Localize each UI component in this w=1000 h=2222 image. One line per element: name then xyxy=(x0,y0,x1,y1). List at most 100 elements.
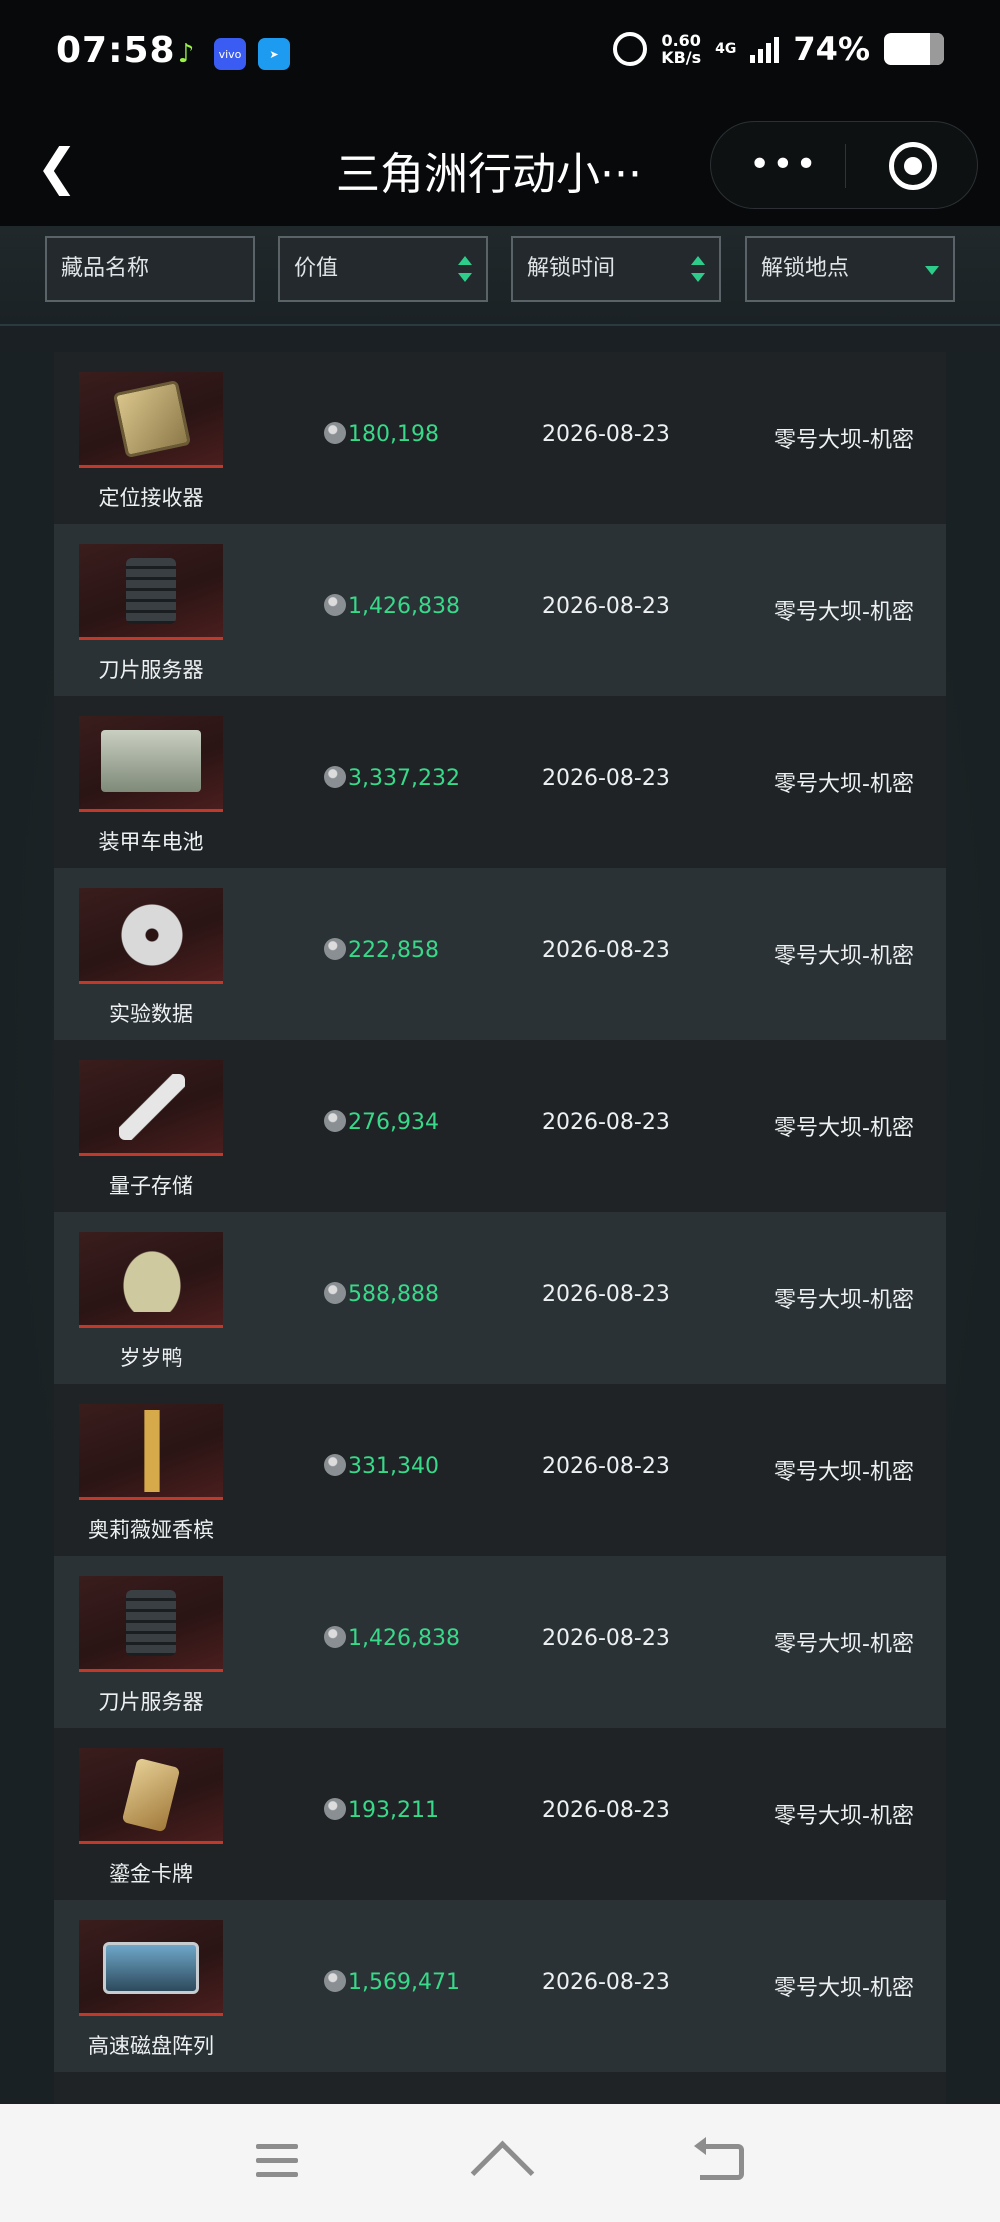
item-name: 鎏金卡牌 xyxy=(109,1862,193,1886)
item-name: 岁岁鸭 xyxy=(119,1346,183,1370)
item-unlock-place: 零号大坝-机密 xyxy=(774,600,914,625)
more-dots-icon[interactable]: ••• xyxy=(749,144,819,185)
item-name: 奥莉薇娅香槟 xyxy=(88,1518,214,1542)
sort-arrows-icon xyxy=(691,256,705,282)
locator-receiver-icon xyxy=(112,379,192,459)
item-thumbnail xyxy=(79,1060,223,1156)
item-thumbnail xyxy=(79,1748,223,1844)
home-icon[interactable] xyxy=(476,2142,524,2184)
list-item[interactable]: 定位接收器 180,198 2026-08-23 零号大坝-机密 xyxy=(54,352,946,524)
capsule-divider xyxy=(845,144,846,188)
list-item[interactable]: 高速磁盘阵列 1,569,471 2026-08-23 零号大坝-机密 xyxy=(54,1900,946,2072)
filter-unlock-place[interactable]: 解锁地点 xyxy=(745,236,955,302)
list-item[interactable]: 实验数据 222,858 2026-08-23 零号大坝-机密 xyxy=(54,868,946,1040)
list-item-partial[interactable] xyxy=(54,2072,946,2104)
item-value: 1,569,471 xyxy=(324,1970,460,1995)
coin-icon xyxy=(324,1798,346,1820)
coin-icon xyxy=(324,1110,346,1132)
item-value: 331,340 xyxy=(324,1454,439,1479)
coin-icon xyxy=(324,1626,346,1648)
filter-unlock-place-label: 解锁地点 xyxy=(761,256,850,281)
target-icon[interactable] xyxy=(889,142,937,190)
item-unlock-date: 2026-08-23 xyxy=(542,1970,670,1995)
item-value-text: 588,888 xyxy=(348,1282,439,1307)
item-unlock-place: 零号大坝-机密 xyxy=(774,1976,914,2001)
item-unlock-place: 零号大坝-机密 xyxy=(774,1460,914,1485)
item-unlock-date: 2026-08-23 xyxy=(542,594,670,619)
item-value-text: 1,426,838 xyxy=(348,1626,460,1651)
list-item[interactable]: 奥莉薇娅香槟 331,340 2026-08-23 零号大坝-机密 xyxy=(54,1384,946,1556)
item-unlock-date: 2026-08-23 xyxy=(542,1282,670,1307)
signal-icon xyxy=(750,35,780,63)
item-unlock-place: 零号大坝-机密 xyxy=(774,1632,914,1657)
filter-item-name[interactable]: 藏品名称 xyxy=(45,236,255,302)
item-value: 1,426,838 xyxy=(324,594,460,619)
blade-server-icon xyxy=(126,558,176,624)
coin-icon xyxy=(324,1454,346,1476)
list-item[interactable]: 岁岁鸭 588,888 2026-08-23 零号大坝-机密 xyxy=(54,1212,946,1384)
item-thumbnail xyxy=(79,1232,223,1328)
sort-arrows-icon xyxy=(458,256,472,282)
list-item[interactable]: 装甲车电池 3,337,232 2026-08-23 零号大坝-机密 xyxy=(54,696,946,868)
system-nav-bar xyxy=(0,2104,1000,2222)
gold-card-icon xyxy=(121,1757,181,1833)
item-name: 装甲车电池 xyxy=(98,830,204,854)
item-value-text: 1,569,471 xyxy=(348,1970,460,1995)
item-unlock-date: 2026-08-23 xyxy=(542,1454,670,1479)
filter-unlock-time-label: 解锁时间 xyxy=(527,256,616,281)
net-speed-value: 0.60 xyxy=(661,31,701,50)
list-item[interactable]: 刀片服务器 1,426,838 2026-08-23 零号大坝-机密 xyxy=(54,524,946,696)
item-name: 定位接收器 xyxy=(98,486,204,510)
filter-bar: 藏品名称 价值 解锁时间 解锁地点 xyxy=(0,226,1000,326)
quantum-storage-icon xyxy=(119,1074,185,1140)
item-name: 实验数据 xyxy=(109,1002,193,1026)
mini-program-capsule: ••• xyxy=(710,121,978,209)
collection-list[interactable]: 定位接收器 180,198 2026-08-23 零号大坝-机密 刀片服务器 1,426,… xyxy=(0,352,1000,2104)
battery-icon xyxy=(884,33,944,65)
menu-icon[interactable] xyxy=(256,2144,298,2178)
item-unlock-place: 零号大坝-机密 xyxy=(774,772,914,797)
net-speed: 0.60 KB/s xyxy=(661,32,701,66)
item-name: 刀片服务器 xyxy=(98,658,204,682)
list-item[interactable]: 量子存储 276,934 2026-08-23 零号大坝-机密 xyxy=(54,1040,946,1212)
back-icon[interactable] xyxy=(694,2137,744,2180)
item-thumbnail xyxy=(79,544,223,640)
item-value: 193,211 xyxy=(324,1798,439,1823)
item-name: 高速磁盘阵列 xyxy=(88,2034,214,2058)
filter-item-name-label: 藏品名称 xyxy=(61,256,150,281)
item-unlock-place: 零号大坝-机密 xyxy=(774,1804,914,1829)
list-item[interactable]: 刀片服务器 1,426,838 2026-08-23 零号大坝-机密 xyxy=(54,1556,946,1728)
item-value: 588,888 xyxy=(324,1282,439,1307)
item-unlock-place: 零号大坝-机密 xyxy=(774,1288,914,1313)
coin-icon xyxy=(324,1282,346,1304)
list-item[interactable]: 鎏金卡牌 193,211 2026-08-23 零号大坝-机密 xyxy=(54,1728,946,1900)
item-thumbnail xyxy=(79,1576,223,1672)
item-value: 222,858 xyxy=(324,938,439,963)
status-time: 07:58 xyxy=(56,30,176,71)
duck-figurine-icon xyxy=(119,1246,185,1312)
telegram-app-icon: ➤ xyxy=(258,38,290,70)
armored-battery-icon xyxy=(101,730,201,792)
item-value: 180,198 xyxy=(324,422,439,447)
net-speed-unit: KB/s xyxy=(661,48,702,67)
item-thumbnail xyxy=(79,1404,223,1500)
filter-value[interactable]: 价值 xyxy=(278,236,488,302)
alarm-icon xyxy=(613,32,648,66)
item-name: 量子存储 xyxy=(109,1174,193,1198)
battery-percent: 74% xyxy=(793,30,870,68)
dropdown-arrow-icon xyxy=(925,266,939,275)
blade-server-icon xyxy=(126,1590,176,1656)
back-arrow-icon[interactable]: ❮ xyxy=(36,142,78,192)
item-value-text: 222,858 xyxy=(348,938,439,963)
item-unlock-place: 零号大坝-机密 xyxy=(774,1116,914,1141)
filter-value-label: 价值 xyxy=(294,256,339,281)
item-thumbnail xyxy=(79,372,223,468)
coin-icon xyxy=(324,938,346,960)
filter-unlock-time[interactable]: 解锁时间 xyxy=(511,236,721,302)
coin-icon xyxy=(324,422,346,444)
coin-icon xyxy=(324,1970,346,1992)
page-title: 三角洲行动小··· xyxy=(336,149,642,200)
coin-icon xyxy=(324,594,346,616)
item-unlock-place: 零号大坝-机密 xyxy=(774,944,914,969)
item-value-text: 180,198 xyxy=(348,422,439,447)
